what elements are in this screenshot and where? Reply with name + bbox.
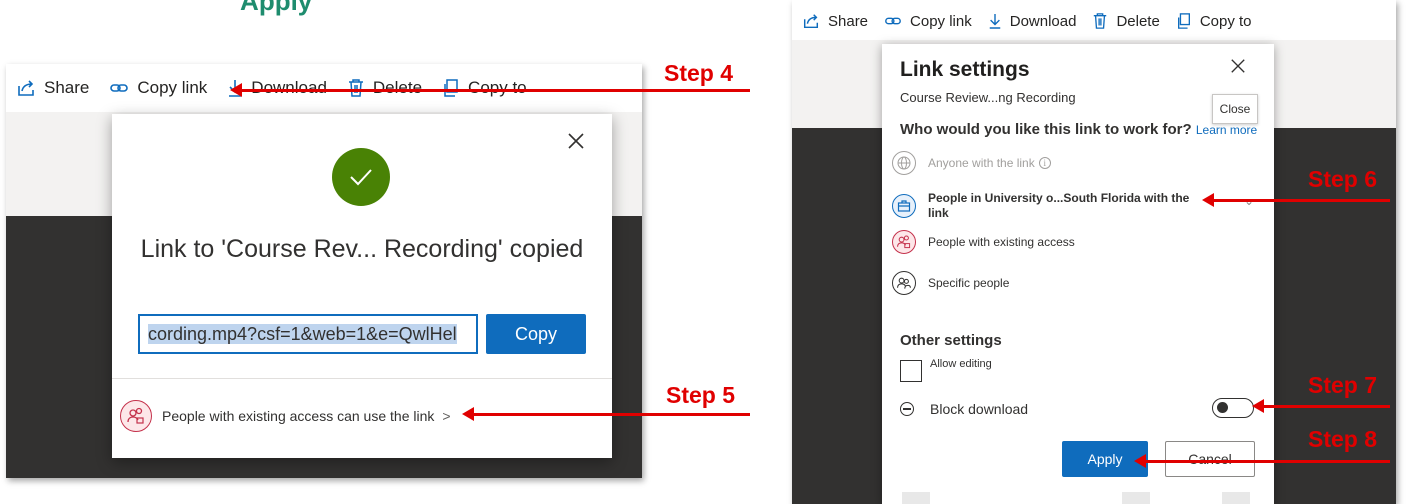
close-tooltip: Close [1212, 94, 1258, 124]
download-label: Download [251, 78, 327, 97]
download-icon [989, 14, 1000, 29]
copy-link-button[interactable]: Copy link [884, 12, 972, 30]
people-lock-icon [120, 400, 152, 432]
cancel-button[interactable]: Cancel [1165, 441, 1255, 477]
other-settings-heading: Other settings [900, 332, 1002, 349]
copy-to-label: Copy to [468, 78, 527, 97]
block-download-toggle[interactable] [1212, 398, 1254, 418]
link-icon [885, 17, 901, 25]
globe-icon [892, 151, 916, 175]
share-button[interactable]: Share [16, 78, 89, 98]
copy-to-button[interactable]: Copy to [1176, 12, 1252, 30]
share-icon [18, 80, 34, 96]
audience-question-text: Who would you like this link to work for… [900, 121, 1192, 138]
background-element [1122, 492, 1150, 504]
chevron-right-icon: > [442, 408, 451, 424]
dialog-title: Link to 'Course Rev... Recording' copied [140, 235, 584, 263]
option-anyone-label: Anyone with the link [928, 156, 1035, 170]
right-screenshot: Share Copy link Download Delete Copy to … [792, 0, 1396, 504]
block-icon [900, 402, 914, 416]
close-button[interactable] [567, 132, 585, 155]
command-bar: Share Copy link Download Delete Copy to [16, 64, 547, 112]
audience-question: Who would you like this link to work for… [900, 121, 1257, 138]
step-6-label: Step 6 [1308, 166, 1378, 192]
copy-to-icon [444, 79, 458, 97]
trash-icon [348, 79, 363, 97]
download-label: Download [1009, 12, 1077, 30]
close-button[interactable] [1230, 58, 1246, 79]
delete-label: Delete [1116, 12, 1160, 30]
panel-title: Link settings [900, 58, 1030, 81]
option-organization[interactable]: People in University o...South Florida w… [892, 191, 1192, 221]
close-icon [1231, 59, 1245, 73]
download-button[interactable]: Download [988, 12, 1077, 30]
block-download-label: Block download [930, 401, 1029, 417]
option-specific-people[interactable]: Specific people [892, 271, 1009, 295]
option-specific-label: Specific people [928, 276, 1010, 290]
step-6-arrow [1212, 199, 1390, 202]
link-copied-dialog: Link to 'Course Rev... Recording' copied… [112, 114, 612, 458]
share-label: Share [44, 78, 90, 97]
step-8-arrow [1144, 460, 1390, 463]
copy-link-label: Copy link [137, 78, 208, 97]
step-4-label: Step 4 [664, 60, 734, 86]
people-lock-icon [892, 230, 916, 254]
copy-link-button[interactable]: Copy link [109, 78, 207, 98]
step-4-arrowhead [230, 83, 242, 97]
share-button[interactable]: Share [802, 12, 868, 30]
people-icon [892, 271, 916, 295]
top-text-fragment: ’ Apply [228, 0, 313, 16]
copy-to-label: Copy to [1199, 12, 1252, 30]
step-8-label: Step 8 [1308, 426, 1378, 452]
delete-button[interactable]: Delete [1092, 12, 1160, 30]
delete-label: Delete [372, 78, 423, 97]
step-6-arrowhead [1202, 193, 1214, 207]
link-url-text: cording.mp4?csf=1&web=1&e=QwlHel [148, 324, 457, 344]
copy-link-label: Copy link [910, 12, 972, 30]
step-5-label: Step 5 [666, 382, 736, 408]
step-5-arrowhead [462, 407, 474, 421]
copy-button[interactable]: Copy [486, 314, 586, 354]
copy-to-button[interactable]: Copy to [442, 78, 527, 98]
allow-editing-label: Allow editing [930, 358, 992, 370]
link-icon [110, 84, 129, 92]
learn-more-link[interactable]: Learn more [1196, 123, 1257, 137]
option-existing-access[interactable]: People with existing access [892, 230, 1075, 254]
briefcase-icon [892, 194, 916, 218]
success-check-icon [332, 148, 390, 206]
delete-button[interactable]: Delete [347, 78, 422, 98]
option-anyone[interactable]: Anyone with the link i [892, 151, 1051, 175]
step-7-arrowhead [1252, 399, 1264, 413]
step-4-arrow [240, 89, 750, 92]
step-8-arrowhead [1134, 454, 1146, 468]
link-settings-panel: Link settings Course Review...ng Recordi… [882, 44, 1274, 504]
step-7-arrow [1262, 405, 1390, 408]
info-icon[interactable]: i [1038, 157, 1051, 169]
panel-subtitle: Course Review...ng Recording [900, 90, 1076, 105]
background-element [1222, 492, 1250, 504]
step-5-arrow [472, 413, 750, 416]
step-7-label: Step 7 [1308, 372, 1378, 398]
link-settings-trigger[interactable]: People with existing access can use the … [120, 400, 451, 432]
share-icon [803, 14, 819, 29]
link-url-field[interactable]: cording.mp4?csf=1&web=1&e=QwlHel [138, 314, 478, 354]
block-download-row: Block download [900, 401, 1028, 417]
close-icon [568, 133, 584, 149]
allow-editing-checkbox[interactable] [900, 360, 922, 382]
divider [112, 378, 612, 379]
copy-to-icon [1177, 13, 1190, 29]
option-existing-label: People with existing access [928, 235, 1075, 249]
option-organization-label: People in University o...South Florida w… [928, 191, 1190, 220]
access-text: People with existing access can use the … [162, 408, 435, 424]
command-bar: Share Copy link Download Delete Copy to [802, 6, 1268, 36]
download-button[interactable]: Download [227, 78, 327, 98]
background-element [902, 492, 930, 504]
trash-icon [1094, 13, 1107, 29]
share-label: Share [828, 12, 869, 30]
